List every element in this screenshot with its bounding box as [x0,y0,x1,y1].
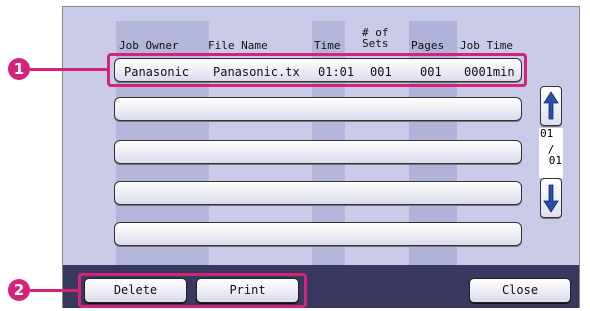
page-current: 01 [540,127,554,140]
close-button[interactable]: Close [469,278,571,303]
callout-number-1: 1 [8,58,30,80]
callout-box-2 [78,273,307,308]
callout-number-2: 2 [8,279,30,301]
header-file-name: File Name [208,39,268,52]
arrow-up-icon [543,91,559,120]
table-row[interactable] [114,140,522,164]
table-row[interactable] [114,97,522,121]
header-sets: # of Sets [362,26,389,50]
table-row[interactable] [114,222,522,246]
header-job-time: Job Time [460,39,513,52]
header-job-owner: Job Owner [119,39,179,52]
page-indicator: 01 / 01 [539,128,563,178]
scroll-down-button[interactable] [540,178,562,218]
header-pages: Pages [411,39,445,52]
callout-line-1 [30,68,107,71]
header-time: Time [314,39,341,52]
arrow-down-icon [543,184,559,213]
page-total: 01 [548,154,562,167]
scroll-up-button[interactable] [540,86,562,126]
table-row[interactable] [114,181,522,205]
callout-box-1 [107,53,527,87]
callout-line-2 [30,289,78,292]
